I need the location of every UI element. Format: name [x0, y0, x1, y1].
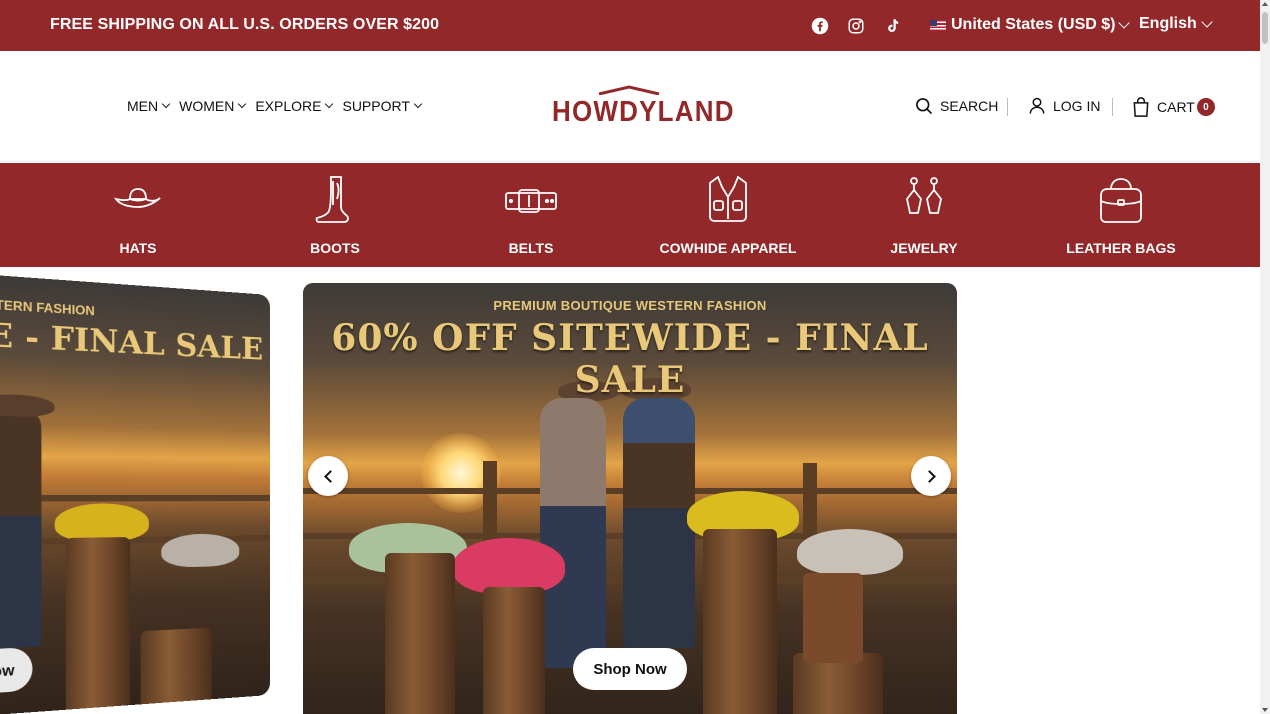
category-label: JEWELRY: [844, 240, 1004, 256]
category-belts[interactable]: BELTS: [451, 163, 611, 267]
hero-headline: 60% OFF SITEWIDE - FINAL SALE: [303, 317, 957, 401]
belt-icon: [503, 173, 559, 229]
category-label: BOOTS: [255, 240, 415, 256]
search-icon: [914, 96, 934, 116]
login-label: LOG IN: [1053, 98, 1100, 114]
hero-tagline: PREMIUM BOUTIQUE WESTERN FASHION: [303, 298, 957, 313]
language-selector[interactable]: English: [1139, 15, 1211, 33]
chevron-right-icon: [923, 470, 936, 483]
page-scrollbar[interactable]: [1260, 0, 1270, 714]
category-label: BELTS: [451, 240, 611, 256]
shipping-message: FREE SHIPPING ON ALL U.S. ORDERS OVER $2…: [50, 16, 439, 34]
search-button[interactable]: SEARCH: [914, 96, 998, 116]
scroll-up-arrow-icon[interactable]: [1262, 2, 1268, 6]
nav-item-explore[interactable]: EXPLORE: [255, 98, 332, 114]
chevron-down-icon: [162, 100, 170, 108]
chevron-left-icon: [324, 470, 337, 483]
hat-icon: [110, 173, 166, 229]
chevron-down-icon: [1119, 17, 1130, 28]
cart-count-badge: 0: [1197, 98, 1215, 116]
search-label: SEARCH: [940, 98, 998, 114]
category-boots[interactable]: BOOTS: [255, 163, 415, 267]
boot-icon: [307, 173, 363, 229]
chevron-down-icon: [414, 100, 422, 108]
vest-icon: [700, 173, 756, 229]
us-flag-icon: [930, 20, 946, 31]
facebook-icon[interactable]: [811, 17, 829, 35]
nav-label: WOMEN: [179, 98, 234, 114]
user-icon: [1027, 96, 1047, 116]
currency-label: United States (USD $): [951, 16, 1115, 34]
divider: [1112, 98, 1113, 116]
category-cowhide-apparel[interactable]: COWHIDE APPAREL: [648, 163, 808, 267]
category-bar: HATS BOOTS BELTS COWHIDE APPAREL JEWELRY: [0, 163, 1260, 267]
carousel-prev-button[interactable]: [308, 456, 348, 496]
language-label: English: [1139, 15, 1197, 33]
tiktok-icon[interactable]: [883, 17, 901, 35]
carousel-next-button[interactable]: [911, 456, 951, 496]
nav-label: MEN: [127, 98, 158, 114]
category-label: LEATHER BAGS: [1041, 240, 1201, 256]
category-label: HATS: [58, 240, 218, 256]
carousel-slide-previous[interactable]: UE WESTERN FASHION IDE - FINAL SALE p No…: [0, 271, 270, 714]
category-leather-bags[interactable]: LEATHER BAGS: [1041, 163, 1201, 267]
nav-item-support[interactable]: SUPPORT: [342, 98, 420, 114]
shopping-bag-icon: [1131, 96, 1151, 118]
announcement-bar: FREE SHIPPING ON ALL U.S. ORDERS OVER $2…: [0, 0, 1260, 51]
category-label: COWHIDE APPAREL: [648, 240, 808, 256]
chevron-down-icon: [325, 100, 333, 108]
site-logo[interactable]: HOWDYLAND: [552, 85, 708, 127]
category-jewelry[interactable]: JEWELRY: [844, 163, 1004, 267]
cart-button[interactable]: CART 0: [1131, 96, 1215, 118]
chevron-down-icon: [1201, 16, 1212, 27]
bag-icon: [1093, 173, 1149, 229]
nav-item-women[interactable]: WOMEN: [179, 98, 245, 114]
instagram-icon[interactable]: [847, 17, 865, 35]
currency-selector[interactable]: United States (USD $): [930, 16, 1128, 34]
nav-label: SUPPORT: [342, 98, 409, 114]
category-hats[interactable]: HATS: [58, 163, 218, 267]
main-nav: MEN WOMEN EXPLORE SUPPORT: [127, 98, 421, 114]
shop-now-button[interactable]: Shop Now: [573, 648, 687, 690]
scrollbar-thumb[interactable]: [1262, 12, 1268, 44]
login-button[interactable]: LOG IN: [1027, 96, 1100, 116]
logo-text: HOWDYLAND: [552, 94, 735, 128]
nav-item-men[interactable]: MEN: [127, 98, 169, 114]
site-header: MEN WOMEN EXPLORE SUPPORT HOWDYLAND SEAR…: [0, 51, 1260, 162]
scroll-down-arrow-icon[interactable]: [1262, 708, 1268, 712]
carousel-slide-active: PREMIUM BOUTIQUE WESTERN FASHION 60% OFF…: [303, 283, 957, 714]
earrings-icon: [896, 173, 952, 229]
chevron-down-icon: [238, 100, 246, 108]
divider: [1007, 98, 1008, 116]
nav-label: EXPLORE: [255, 98, 321, 114]
cart-label: CART: [1157, 99, 1195, 115]
page: FREE SHIPPING ON ALL U.S. ORDERS OVER $2…: [0, 0, 1270, 714]
